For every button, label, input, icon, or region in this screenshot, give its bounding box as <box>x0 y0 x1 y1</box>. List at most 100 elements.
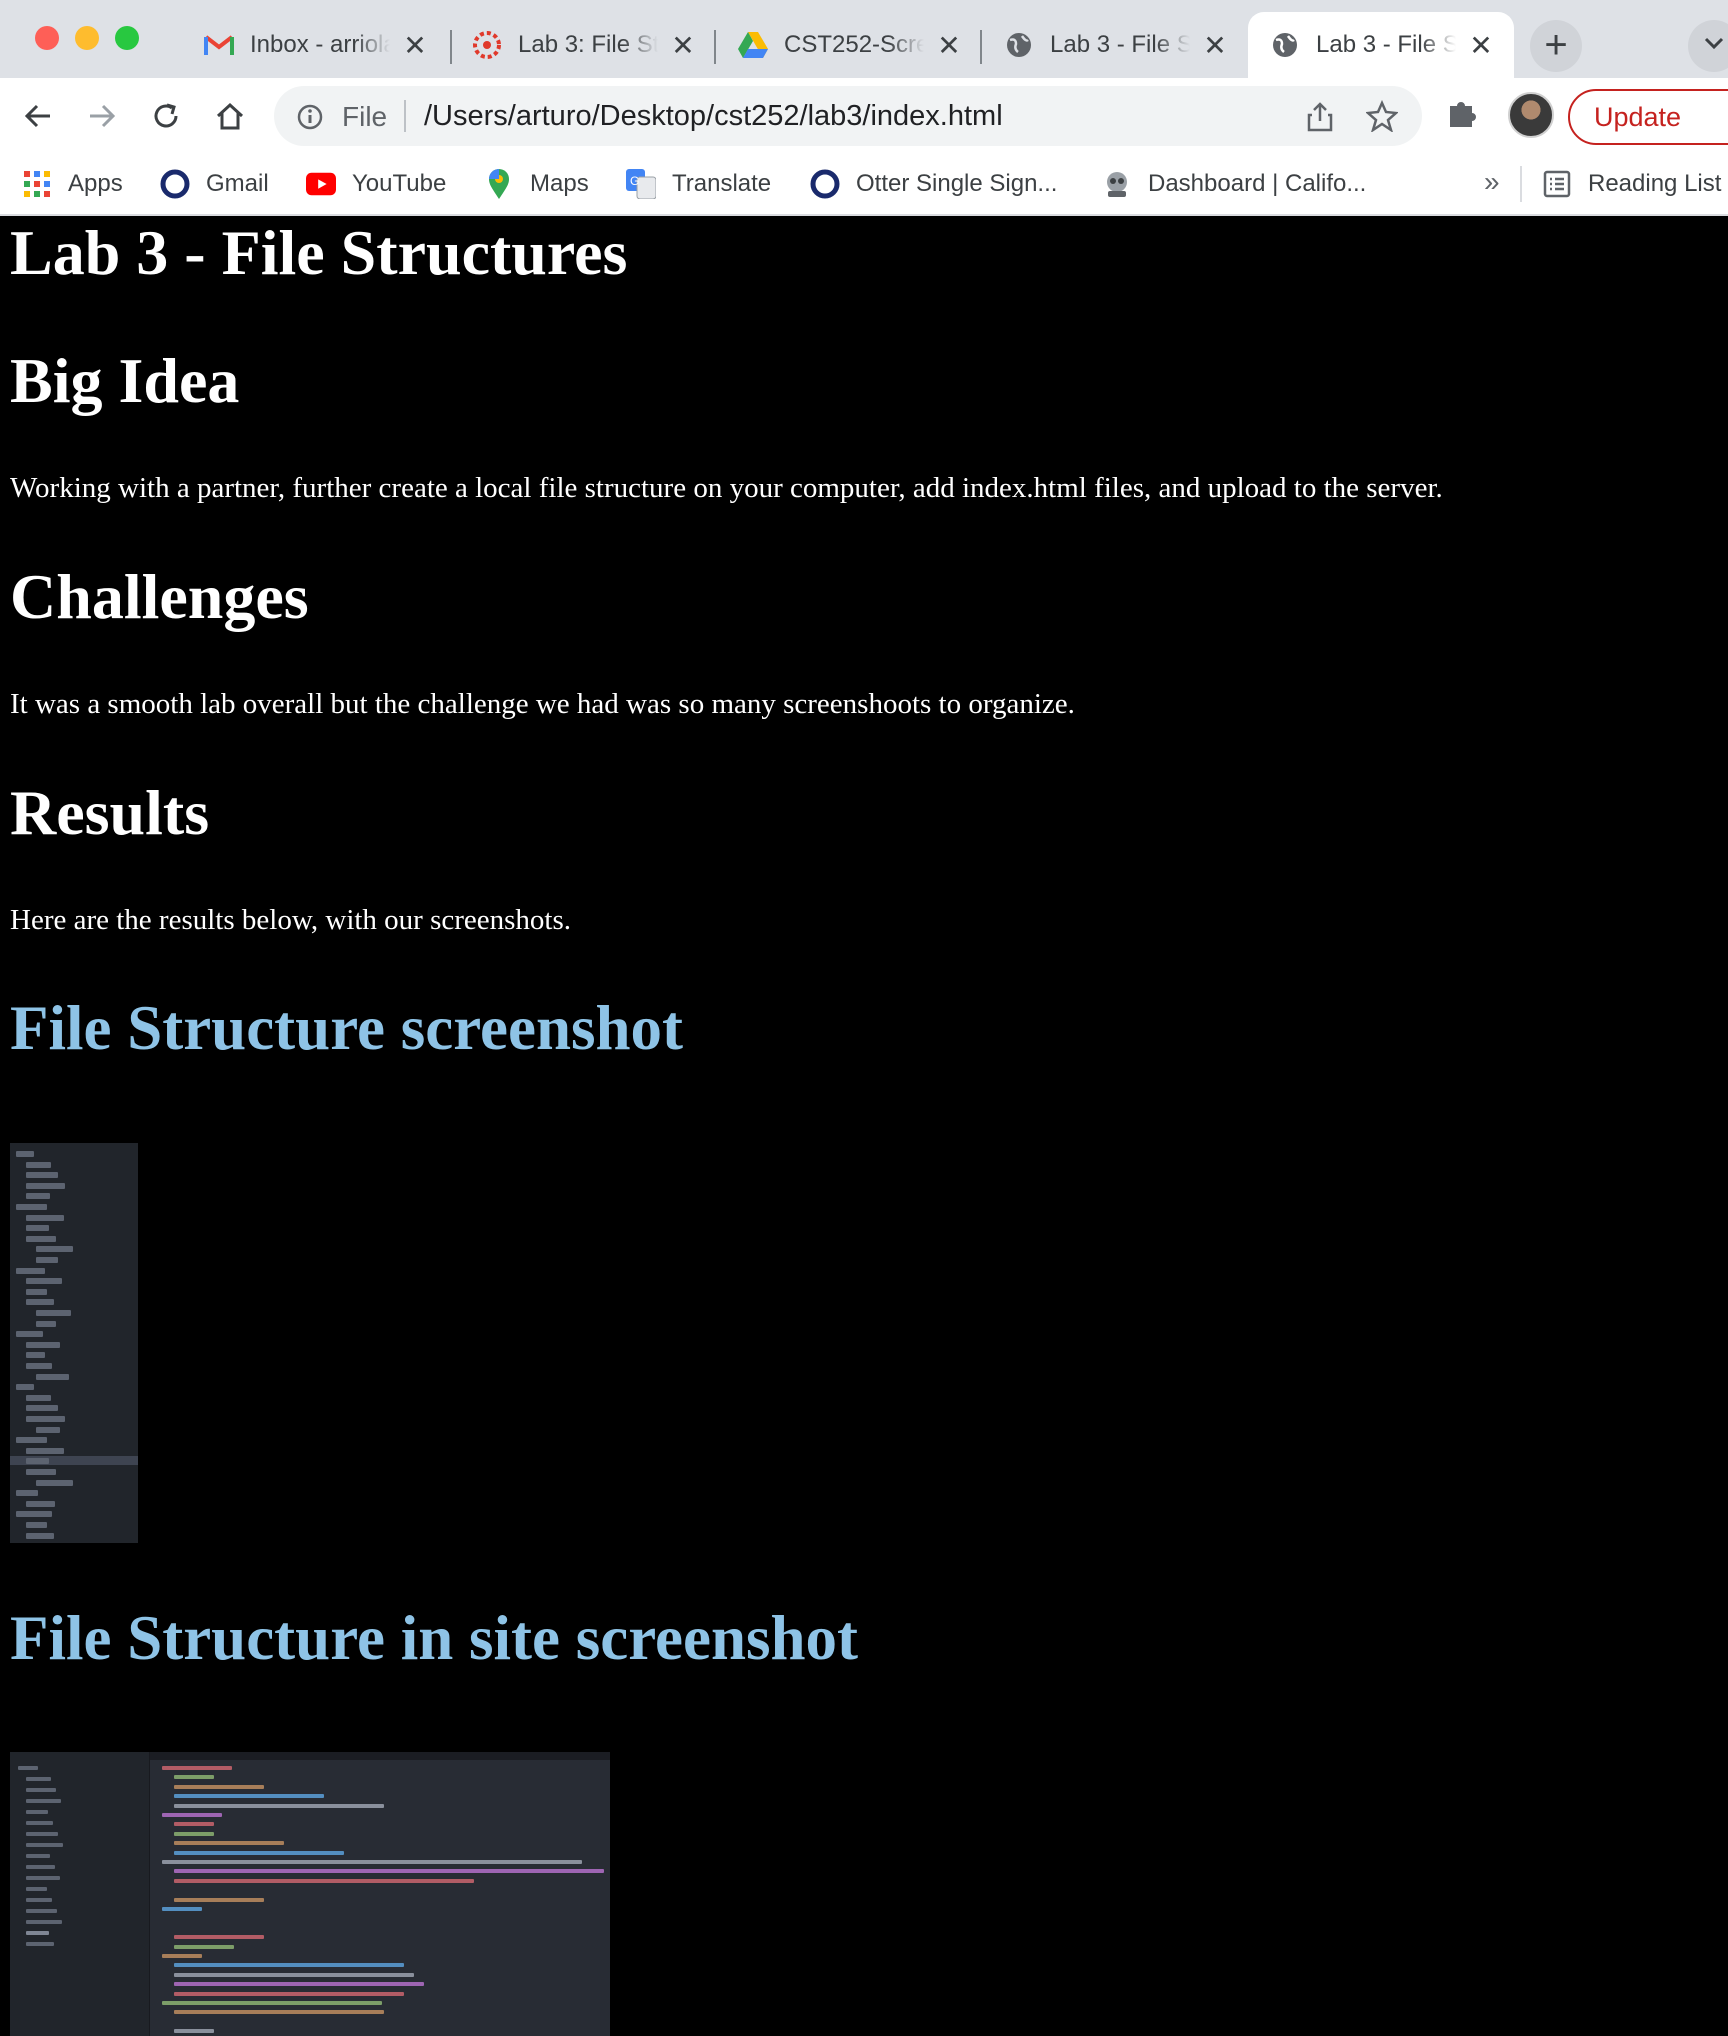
tree-row <box>18 1766 38 1770</box>
page-content: Lab 3 - File Structures Big Idea Working… <box>0 216 1728 2036</box>
close-tab-icon[interactable]: ✕ <box>934 29 964 62</box>
close-tab-icon[interactable]: ✕ <box>400 29 430 62</box>
bookmark-translate[interactable]: G Translate <box>626 164 771 204</box>
close-tab-icon[interactable]: ✕ <box>1200 29 1230 62</box>
forward-button[interactable] <box>80 94 124 138</box>
tree-row <box>26 1876 60 1880</box>
home-button[interactable] <box>208 94 252 138</box>
extensions-puzzle-icon[interactable] <box>1446 96 1480 130</box>
tree-row <box>26 1341 60 1348</box>
code-line <box>174 1897 264 1902</box>
tree-row <box>26 1416 65 1422</box>
tree-row <box>26 1469 56 1475</box>
maps-pin-icon <box>484 169 514 199</box>
address-bar[interactable]: File /Users/arturo/Desktop/cst252/lab3/i… <box>274 86 1422 146</box>
tree-row <box>16 1331 43 1338</box>
tree-row <box>26 1394 51 1401</box>
tree-row <box>36 1426 60 1433</box>
tree-row <box>16 1490 38 1497</box>
tree-row <box>26 1777 51 1781</box>
big-idea-text: Working with a partner, further create a… <box>10 472 1443 504</box>
home-icon <box>216 102 244 130</box>
bookmark-label: YouTube <box>352 170 447 197</box>
minimize-window-button[interactable] <box>75 26 99 50</box>
tree-row <box>26 1500 55 1507</box>
new-tab-button[interactable]: + <box>1530 20 1582 72</box>
tree-row <box>26 1458 49 1465</box>
back-button[interactable] <box>16 94 60 138</box>
tree-row <box>16 1511 52 1518</box>
tab-google-drive[interactable]: CST252-Screenshots ✕ <box>716 12 982 78</box>
tree-row <box>36 1246 73 1253</box>
code-line <box>162 1954 202 1958</box>
reload-icon <box>154 103 178 128</box>
code-line <box>174 1794 324 1799</box>
tab-title: Lab 3: File Structures <box>518 31 658 58</box>
bookmark-label: Maps <box>530 170 589 197</box>
code-line <box>174 1784 264 1789</box>
close-tab-icon[interactable]: ✕ <box>1466 29 1496 62</box>
code-line <box>174 1935 264 1940</box>
reading-list-button[interactable]: Reading List <box>1542 164 1721 204</box>
otter-icon <box>160 169 190 199</box>
update-button-label: Update <box>1594 102 1682 132</box>
arrow-right-icon <box>90 104 116 128</box>
tree-row <box>26 1363 52 1369</box>
bookmark-maps[interactable]: Maps <box>484 164 589 204</box>
tab-strip: Inbox - arriola ✕ Lab 3: File Structures… <box>0 0 1728 78</box>
screenshot1-heading: File Structure screenshot <box>10 993 684 1063</box>
tree-row <box>26 1447 64 1454</box>
tab-gmail[interactable]: Inbox - arriola ✕ <box>182 12 448 78</box>
browser-toolbar: File /Users/arturo/Desktop/cst252/lab3/i… <box>0 78 1728 154</box>
file-structure-screenshot[interactable] <box>10 1143 138 1543</box>
url-text[interactable]: /Users/arturo/Desktop/cst252/lab3/index.… <box>424 100 1003 133</box>
tree-row <box>26 1810 48 1814</box>
tree-row <box>16 1151 34 1157</box>
tab-canvas[interactable]: Lab 3: File Structures ✕ <box>450 12 716 78</box>
bookmark-otter-sso[interactable]: Otter Single Sign... <box>810 164 1057 204</box>
code-line <box>174 1878 474 1883</box>
code-line <box>162 2001 382 2005</box>
close-tab-icon[interactable]: ✕ <box>668 29 698 62</box>
tree-row <box>36 1373 69 1380</box>
code-line <box>174 1841 284 1846</box>
bookmark-dashboard[interactable]: Dashboard | Califo... <box>1102 164 1366 204</box>
chevron-down-icon <box>1704 37 1724 50</box>
translate-icon: G <box>626 169 656 199</box>
update-button[interactable]: Update <box>1568 89 1728 145</box>
tab-search-button[interactable] <box>1688 20 1728 72</box>
url-scheme-label: File <box>342 101 388 132</box>
tab-lab3-preview[interactable]: Lab 3 - File Structures ✕ <box>982 12 1248 78</box>
reload-button[interactable] <box>144 94 188 138</box>
site-structure-screenshot[interactable] <box>10 1752 610 2036</box>
tree-row <box>26 1405 58 1412</box>
tab-title: CST252-Screenshots <box>784 31 924 58</box>
big-idea-heading: Big Idea <box>10 345 240 416</box>
project-tree-pane <box>10 1752 150 2036</box>
bookmark-star-icon[interactable] <box>1366 100 1398 132</box>
bookmark-apps[interactable]: Apps <box>22 164 123 204</box>
close-window-button[interactable] <box>35 26 59 50</box>
profile-avatar[interactable] <box>1508 92 1554 138</box>
tree-row <box>26 1799 61 1803</box>
info-icon[interactable] <box>296 103 324 131</box>
tree-row <box>26 1182 65 1189</box>
bookmark-label: Dashboard | Califo... <box>1148 170 1367 197</box>
zoom-window-button[interactable] <box>115 26 139 50</box>
screenshot2-heading: File Structure in site screenshot <box>10 1603 859 1673</box>
bookmarks-overflow-button[interactable]: » <box>1484 166 1500 198</box>
bookmark-label: Translate <box>672 170 772 197</box>
share-icon[interactable] <box>1306 101 1334 133</box>
tree-row <box>26 1898 52 1902</box>
bookmark-gmail[interactable]: Gmail <box>160 164 269 204</box>
globe-icon <box>1004 30 1034 60</box>
tree-row <box>26 1920 62 1924</box>
tree-row <box>26 1172 58 1179</box>
bookmark-youtube[interactable]: YouTube <box>306 164 446 204</box>
dashboard-icon <box>1102 169 1132 199</box>
code-line <box>174 1991 404 1996</box>
gmail-icon <box>204 30 234 60</box>
results-text: Here are the results below, with our scr… <box>10 904 572 936</box>
tab-lab3-active[interactable]: Lab 3 - File Structures ✕ <box>1248 12 1514 78</box>
code-line <box>174 2010 384 2015</box>
